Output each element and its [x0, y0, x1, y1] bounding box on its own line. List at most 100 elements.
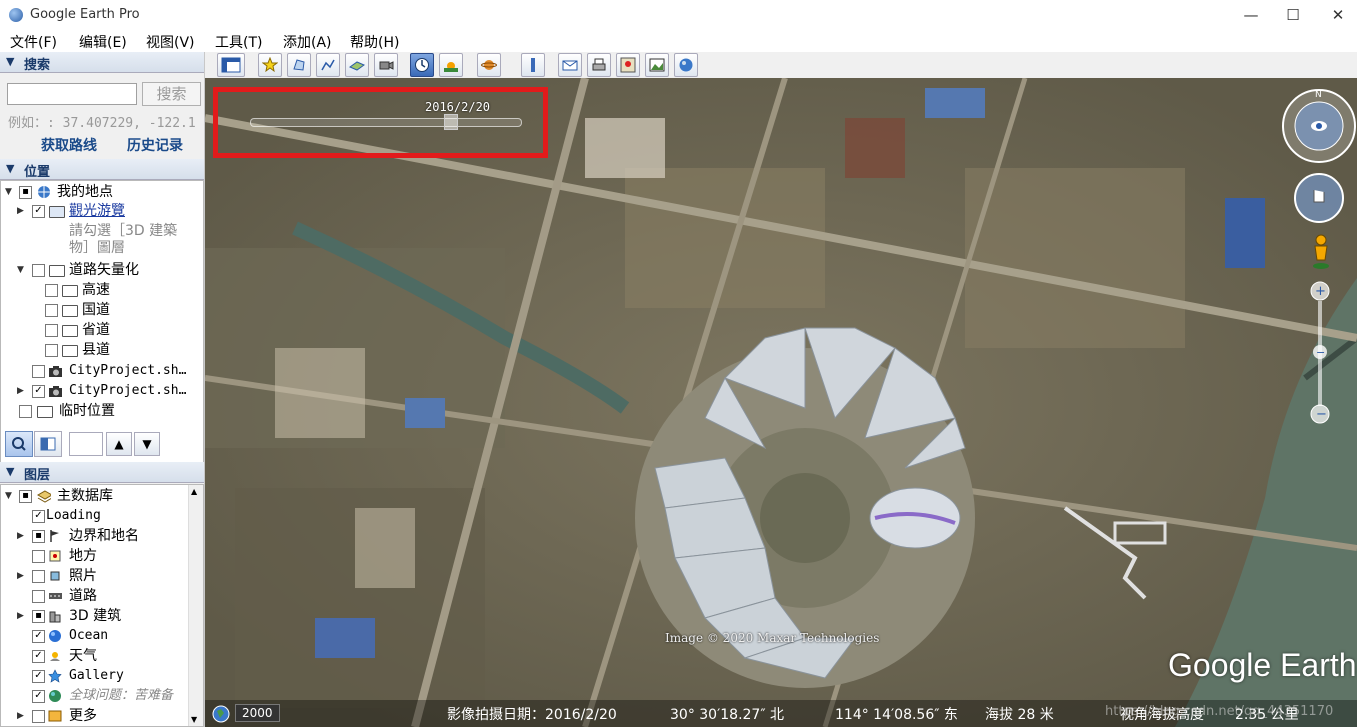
svg-text:−: − [1316, 346, 1325, 359]
layer-gallery[interactable]: ✓ Gallery [1, 666, 186, 686]
move-control[interactable] [1293, 172, 1345, 224]
tree-item-sightseeing[interactable]: ▶ ✓ 觀光游覽 [1, 201, 201, 221]
search-section-header[interactable]: ▼ 搜索 [0, 52, 204, 73]
menu-tools[interactable]: 工具(T) [215, 32, 262, 52]
menu-help[interactable]: 帮助(H) [350, 32, 399, 52]
email-button[interactable] [558, 53, 582, 77]
layer-places[interactable]: 地方 [1, 546, 186, 566]
checkbox[interactable]: ✓ [32, 630, 45, 643]
road-icon [49, 593, 62, 599]
minimize-button[interactable]: — [1228, 0, 1274, 30]
layers-scrollbar[interactable]: ▲ ▼ [188, 485, 203, 726]
menu-file[interactable]: 文件(F) [10, 32, 57, 52]
layer-roads[interactable]: 道路 [1, 586, 186, 606]
layers-tree: ▲ ▼ ▼ ▪ 主数据库 ✓ Loading ▶ ▪ 边界和地名 地方 ▶ 照片… [0, 484, 204, 727]
view-in-maps-button[interactable] [616, 53, 640, 77]
checkbox[interactable] [32, 570, 45, 583]
tree-item-my-places[interactable]: ▼ ▪ 我的地点 [1, 182, 201, 202]
map-view[interactable]: 2016/2/20 N + − − Image © 2020 Maxar Techn… [205, 78, 1357, 727]
layer-ocean[interactable]: ✓ Ocean [1, 626, 186, 646]
checkbox[interactable]: ✓ [32, 510, 45, 523]
search-button[interactable]: 搜索 [142, 82, 201, 106]
checkbox[interactable]: ▪ [32, 530, 45, 543]
checkbox[interactable] [45, 324, 58, 337]
maximize-button[interactable]: ☐ [1270, 0, 1316, 30]
search-places-button[interactable] [5, 431, 33, 457]
menu-edit[interactable]: 编辑(E) [79, 32, 127, 52]
record-tour-button[interactable] [374, 53, 398, 77]
collapse-triangle-icon: ▼ [6, 162, 15, 175]
sidebar-toggle-button[interactable] [217, 53, 245, 77]
tree-item-cityproject-2[interactable]: ▶ ✓ CityProject.sh… [1, 381, 201, 401]
printer-icon [592, 58, 606, 71]
add-image-overlay-button[interactable] [345, 53, 369, 77]
checkbox[interactable] [32, 264, 45, 277]
elevation: 海拔 28 米 [985, 707, 1054, 723]
menu-view[interactable]: 视图(V) [146, 32, 195, 52]
layer-photos[interactable]: ▶ 照片 [1, 566, 186, 586]
sunlight-button[interactable] [439, 53, 463, 77]
layer-3d-buildings[interactable]: ▶ ▪ 3D 建筑 [1, 606, 186, 626]
add-placemark-button[interactable] [258, 53, 282, 77]
tree-item-temporary-places[interactable]: 临时位置 [1, 401, 201, 421]
checkbox[interactable]: ✓ [32, 670, 45, 683]
tree-item-road-vector[interactable]: ▼ 道路矢量化 [1, 260, 201, 280]
layer-primary-database[interactable]: ▼ ▪ 主数据库 [1, 486, 186, 506]
collapse-triangle-icon: ▼ [6, 465, 15, 478]
add-path-button[interactable] [316, 53, 340, 77]
checkbox[interactable]: ✓ [32, 385, 45, 398]
checkbox[interactable]: ✓ [32, 690, 45, 703]
highlight-box [213, 87, 548, 158]
layer-borders-labels[interactable]: ▶ ▪ 边界和地名 [1, 526, 186, 546]
checkbox[interactable] [32, 550, 45, 563]
historical-imagery-button[interactable] [410, 53, 434, 77]
checkbox[interactable] [32, 365, 45, 378]
layer-more[interactable]: ▶ 更多 [1, 706, 186, 726]
ruler-button[interactable] [521, 53, 545, 77]
tree-item-cityproject-1[interactable]: CityProject.sh… [1, 361, 201, 381]
zoom-slider[interactable]: + − − [1309, 281, 1331, 426]
panel-toggle-button[interactable] [34, 431, 62, 457]
save-image-button[interactable] [645, 53, 669, 77]
checkbox[interactable] [45, 304, 58, 317]
checkbox[interactable]: ▪ [19, 186, 32, 199]
print-button[interactable] [587, 53, 611, 77]
move-up-button[interactable]: ▲ [106, 432, 132, 456]
checkbox[interactable] [45, 284, 58, 297]
move-down-button[interactable]: ▼ [134, 432, 160, 456]
checkbox[interactable]: ✓ [32, 205, 45, 218]
checkbox[interactable] [45, 344, 58, 357]
camera-icon [49, 366, 62, 377]
open-earth-button[interactable] [674, 53, 698, 77]
add-polygon-button[interactable] [287, 53, 311, 77]
clock-icon [415, 58, 429, 72]
get-directions-link[interactable]: 获取路线 [41, 135, 97, 155]
places-input[interactable] [69, 432, 103, 456]
checkbox[interactable]: ✓ [32, 650, 45, 663]
layer-loading[interactable]: ✓ Loading [1, 506, 186, 526]
envelope-icon [562, 60, 578, 71]
historical-year-badge[interactable]: 2000 [235, 704, 280, 722]
checkbox[interactable] [32, 590, 45, 603]
switch-planet-button[interactable] [477, 53, 501, 77]
tree-item-highway[interactable]: 高速 [1, 280, 201, 300]
layer-weather[interactable]: ✓ 天气 [1, 646, 186, 666]
look-around-control[interactable]: N [1281, 88, 1357, 164]
layer-global-awareness[interactable]: ✓ 全球问题：苦难备 [1, 686, 186, 706]
street-view-pegman[interactable] [1309, 233, 1333, 271]
tree-item-provincial-road[interactable]: 省道 [1, 320, 201, 340]
places-section-header[interactable]: ▼ 位置 [0, 159, 204, 180]
window-title: Google Earth Pro [30, 7, 140, 22]
history-link[interactable]: 历史记录 [127, 135, 183, 155]
menu-add[interactable]: 添加(A) [283, 32, 332, 52]
tree-item-county-road[interactable]: 县道 [1, 340, 201, 360]
search-input[interactable] [7, 83, 137, 105]
checkbox[interactable] [19, 405, 32, 418]
checkbox[interactable] [32, 710, 45, 723]
layers-section-header[interactable]: ▼ 图层 [0, 462, 204, 483]
tree-item-national-road[interactable]: 国道 [1, 300, 201, 320]
checkbox[interactable]: ▪ [32, 610, 45, 623]
close-button[interactable]: ✕ [1315, 0, 1357, 30]
checkbox[interactable]: ▪ [19, 490, 32, 503]
imagery-copyright: Image © 2020 Maxar Technologies [665, 631, 880, 645]
